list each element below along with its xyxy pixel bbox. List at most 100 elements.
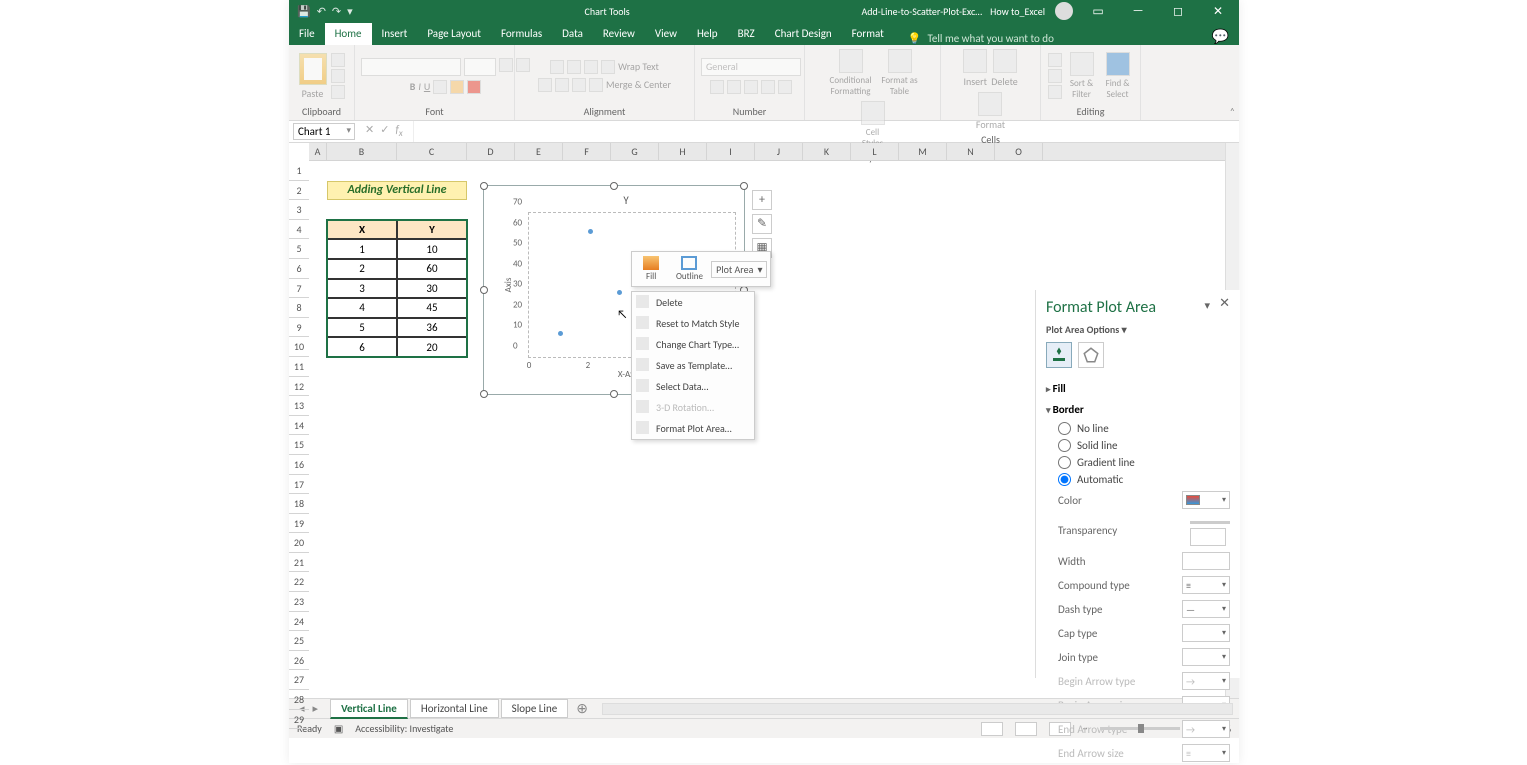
currency-icon[interactable] <box>710 80 724 94</box>
ribbon-options-icon[interactable]: ▭ <box>1083 4 1113 19</box>
save-icon[interactable]: 💾 <box>297 5 311 18</box>
rowhead-17[interactable]: 17 <box>289 475 309 495</box>
rowhead-2[interactable]: 2 <box>289 181 309 201</box>
chart-handle[interactable] <box>740 182 748 190</box>
worksheet[interactable]: A B C D E F G H I J K L M N O 1234567891… <box>289 143 1239 698</box>
chart-title[interactable]: Y <box>514 192 738 209</box>
sheet-nav-next-icon[interactable]: ▸ <box>313 702 319 715</box>
increase-decimal-icon[interactable] <box>761 80 775 94</box>
cancel-formula-icon[interactable]: ✕ <box>365 123 374 139</box>
ctx-format-plot-area[interactable]: Format Plot Area… <box>632 418 754 439</box>
italic-button[interactable]: I <box>418 80 421 94</box>
border-icon[interactable] <box>433 80 447 94</box>
tab-chart-design[interactable]: Chart Design <box>765 23 842 45</box>
merge-center-button[interactable]: Merge & Center <box>606 78 671 92</box>
pane-close-icon[interactable]: ✕ <box>1219 296 1230 311</box>
tab-view[interactable]: View <box>645 23 687 45</box>
chart-styles-button[interactable]: ✎ <box>752 214 772 234</box>
rowhead-18[interactable]: 18 <box>289 494 309 514</box>
find-select-button[interactable]: Find & Select <box>1102 52 1134 100</box>
horizontal-scrollbar[interactable] <box>602 703 1233 715</box>
align-left-icon[interactable] <box>538 78 552 92</box>
qat-more-icon[interactable]: ▾ <box>347 5 353 18</box>
macro-record-icon[interactable]: ▣ <box>334 722 343 735</box>
colhead-L[interactable]: L <box>851 143 899 160</box>
comma-icon[interactable] <box>744 80 758 94</box>
cell-x-5[interactable]: 5 <box>327 318 397 338</box>
rowhead-23[interactable]: 23 <box>289 592 309 612</box>
chart-handle[interactable] <box>480 182 488 190</box>
copy-icon[interactable] <box>331 69 345 83</box>
rowhead-16[interactable]: 16 <box>289 455 309 475</box>
rowhead-24[interactable]: 24 <box>289 612 309 632</box>
add-sheet-icon[interactable]: ⊕ <box>568 700 596 717</box>
align-bottom-icon[interactable] <box>584 60 598 74</box>
rowhead-14[interactable]: 14 <box>289 416 309 436</box>
sort-filter-button[interactable]: Sort & Filter <box>1066 52 1098 100</box>
colhead-E[interactable]: E <box>515 143 563 160</box>
sheet-tab-horizontal-line[interactable]: Horizontal Line <box>410 699 499 718</box>
rowhead-27[interactable]: 27 <box>289 670 309 690</box>
autosum-icon[interactable] <box>1048 53 1062 67</box>
chart-handle[interactable] <box>610 390 618 398</box>
percent-icon[interactable] <box>727 80 741 94</box>
prop-color[interactable]: Color▾ <box>1046 488 1230 512</box>
mini-fill-button[interactable]: Fill <box>632 252 670 286</box>
cell-styles-button[interactable]: Cell Styles <box>858 101 888 149</box>
chart-add-element-button[interactable]: + <box>752 190 772 210</box>
border-automatic[interactable]: Automatic <box>1046 471 1230 488</box>
fill-line-tab-icon[interactable] <box>1046 342 1072 368</box>
colhead-H[interactable]: H <box>659 143 707 160</box>
colhead-D[interactable]: D <box>467 143 515 160</box>
rowhead-10[interactable]: 10 <box>289 337 309 357</box>
paste-button[interactable]: Paste <box>299 53 327 100</box>
rowhead-9[interactable]: 9 <box>289 318 309 338</box>
sheet-tab-vertical-line[interactable]: Vertical Line <box>330 699 408 719</box>
colhead-B[interactable]: B <box>327 143 397 160</box>
cell-y-5[interactable]: 36 <box>397 318 467 338</box>
fill-color-icon[interactable] <box>450 80 464 94</box>
border-no-line[interactable]: No line <box>1046 420 1230 437</box>
format-as-table-button[interactable]: Format as Table <box>880 49 920 97</box>
data-point[interactable] <box>617 290 622 295</box>
rowhead-26[interactable]: 26 <box>289 651 309 671</box>
align-right-icon[interactable] <box>572 78 586 92</box>
indent-icon[interactable] <box>589 78 603 92</box>
header-x[interactable]: X <box>327 220 397 240</box>
rowhead-6[interactable]: 6 <box>289 259 309 279</box>
cell-x-2[interactable]: 2 <box>327 259 397 279</box>
cut-icon[interactable] <box>331 53 345 67</box>
chart-element-selector[interactable]: Plot Area▾ <box>709 252 770 286</box>
format-painter-icon[interactable] <box>331 85 345 99</box>
tab-home[interactable]: Home <box>325 23 372 45</box>
tab-review[interactable]: Review <box>593 23 645 45</box>
font-name-select[interactable] <box>361 58 461 76</box>
ctx-change-chart-type[interactable]: Change Chart Type… <box>632 334 754 355</box>
clear-icon[interactable] <box>1048 85 1062 99</box>
pane-options-icon[interactable]: ▾ <box>1204 299 1210 312</box>
increase-font-icon[interactable] <box>499 58 513 72</box>
colhead-A[interactable]: A <box>309 143 327 160</box>
font-color-icon[interactable] <box>467 80 481 94</box>
rowhead-1[interactable]: 1 <box>289 161 309 181</box>
cell-y-1[interactable]: 10 <box>397 239 467 259</box>
section-border[interactable]: Border <box>1046 399 1230 420</box>
chart-handle[interactable] <box>610 182 618 190</box>
decrease-decimal-icon[interactable] <box>778 80 792 94</box>
cells-delete-button[interactable]: Delete <box>991 49 1018 88</box>
cell-y-4[interactable]: 45 <box>397 298 467 318</box>
avatar[interactable] <box>1055 2 1073 20</box>
cells-insert-button[interactable]: Insert <box>963 49 987 88</box>
font-size-select[interactable] <box>464 58 496 76</box>
align-middle-icon[interactable] <box>567 60 581 74</box>
redo-icon[interactable]: ↷ <box>332 5 341 18</box>
tab-formulas[interactable]: Formulas <box>491 23 552 45</box>
cells-format-button[interactable]: Format <box>976 92 1005 131</box>
rowhead-20[interactable]: 20 <box>289 533 309 553</box>
ctx-reset-to-match-style[interactable]: Reset to Match Style <box>632 313 754 334</box>
cell-x-3[interactable]: 3 <box>327 279 397 299</box>
rowhead-3[interactable]: 3 <box>289 200 309 220</box>
cell-y-2[interactable]: 60 <box>397 259 467 279</box>
rowhead-11[interactable]: 11 <box>289 357 309 377</box>
tab-help[interactable]: Help <box>687 23 728 45</box>
